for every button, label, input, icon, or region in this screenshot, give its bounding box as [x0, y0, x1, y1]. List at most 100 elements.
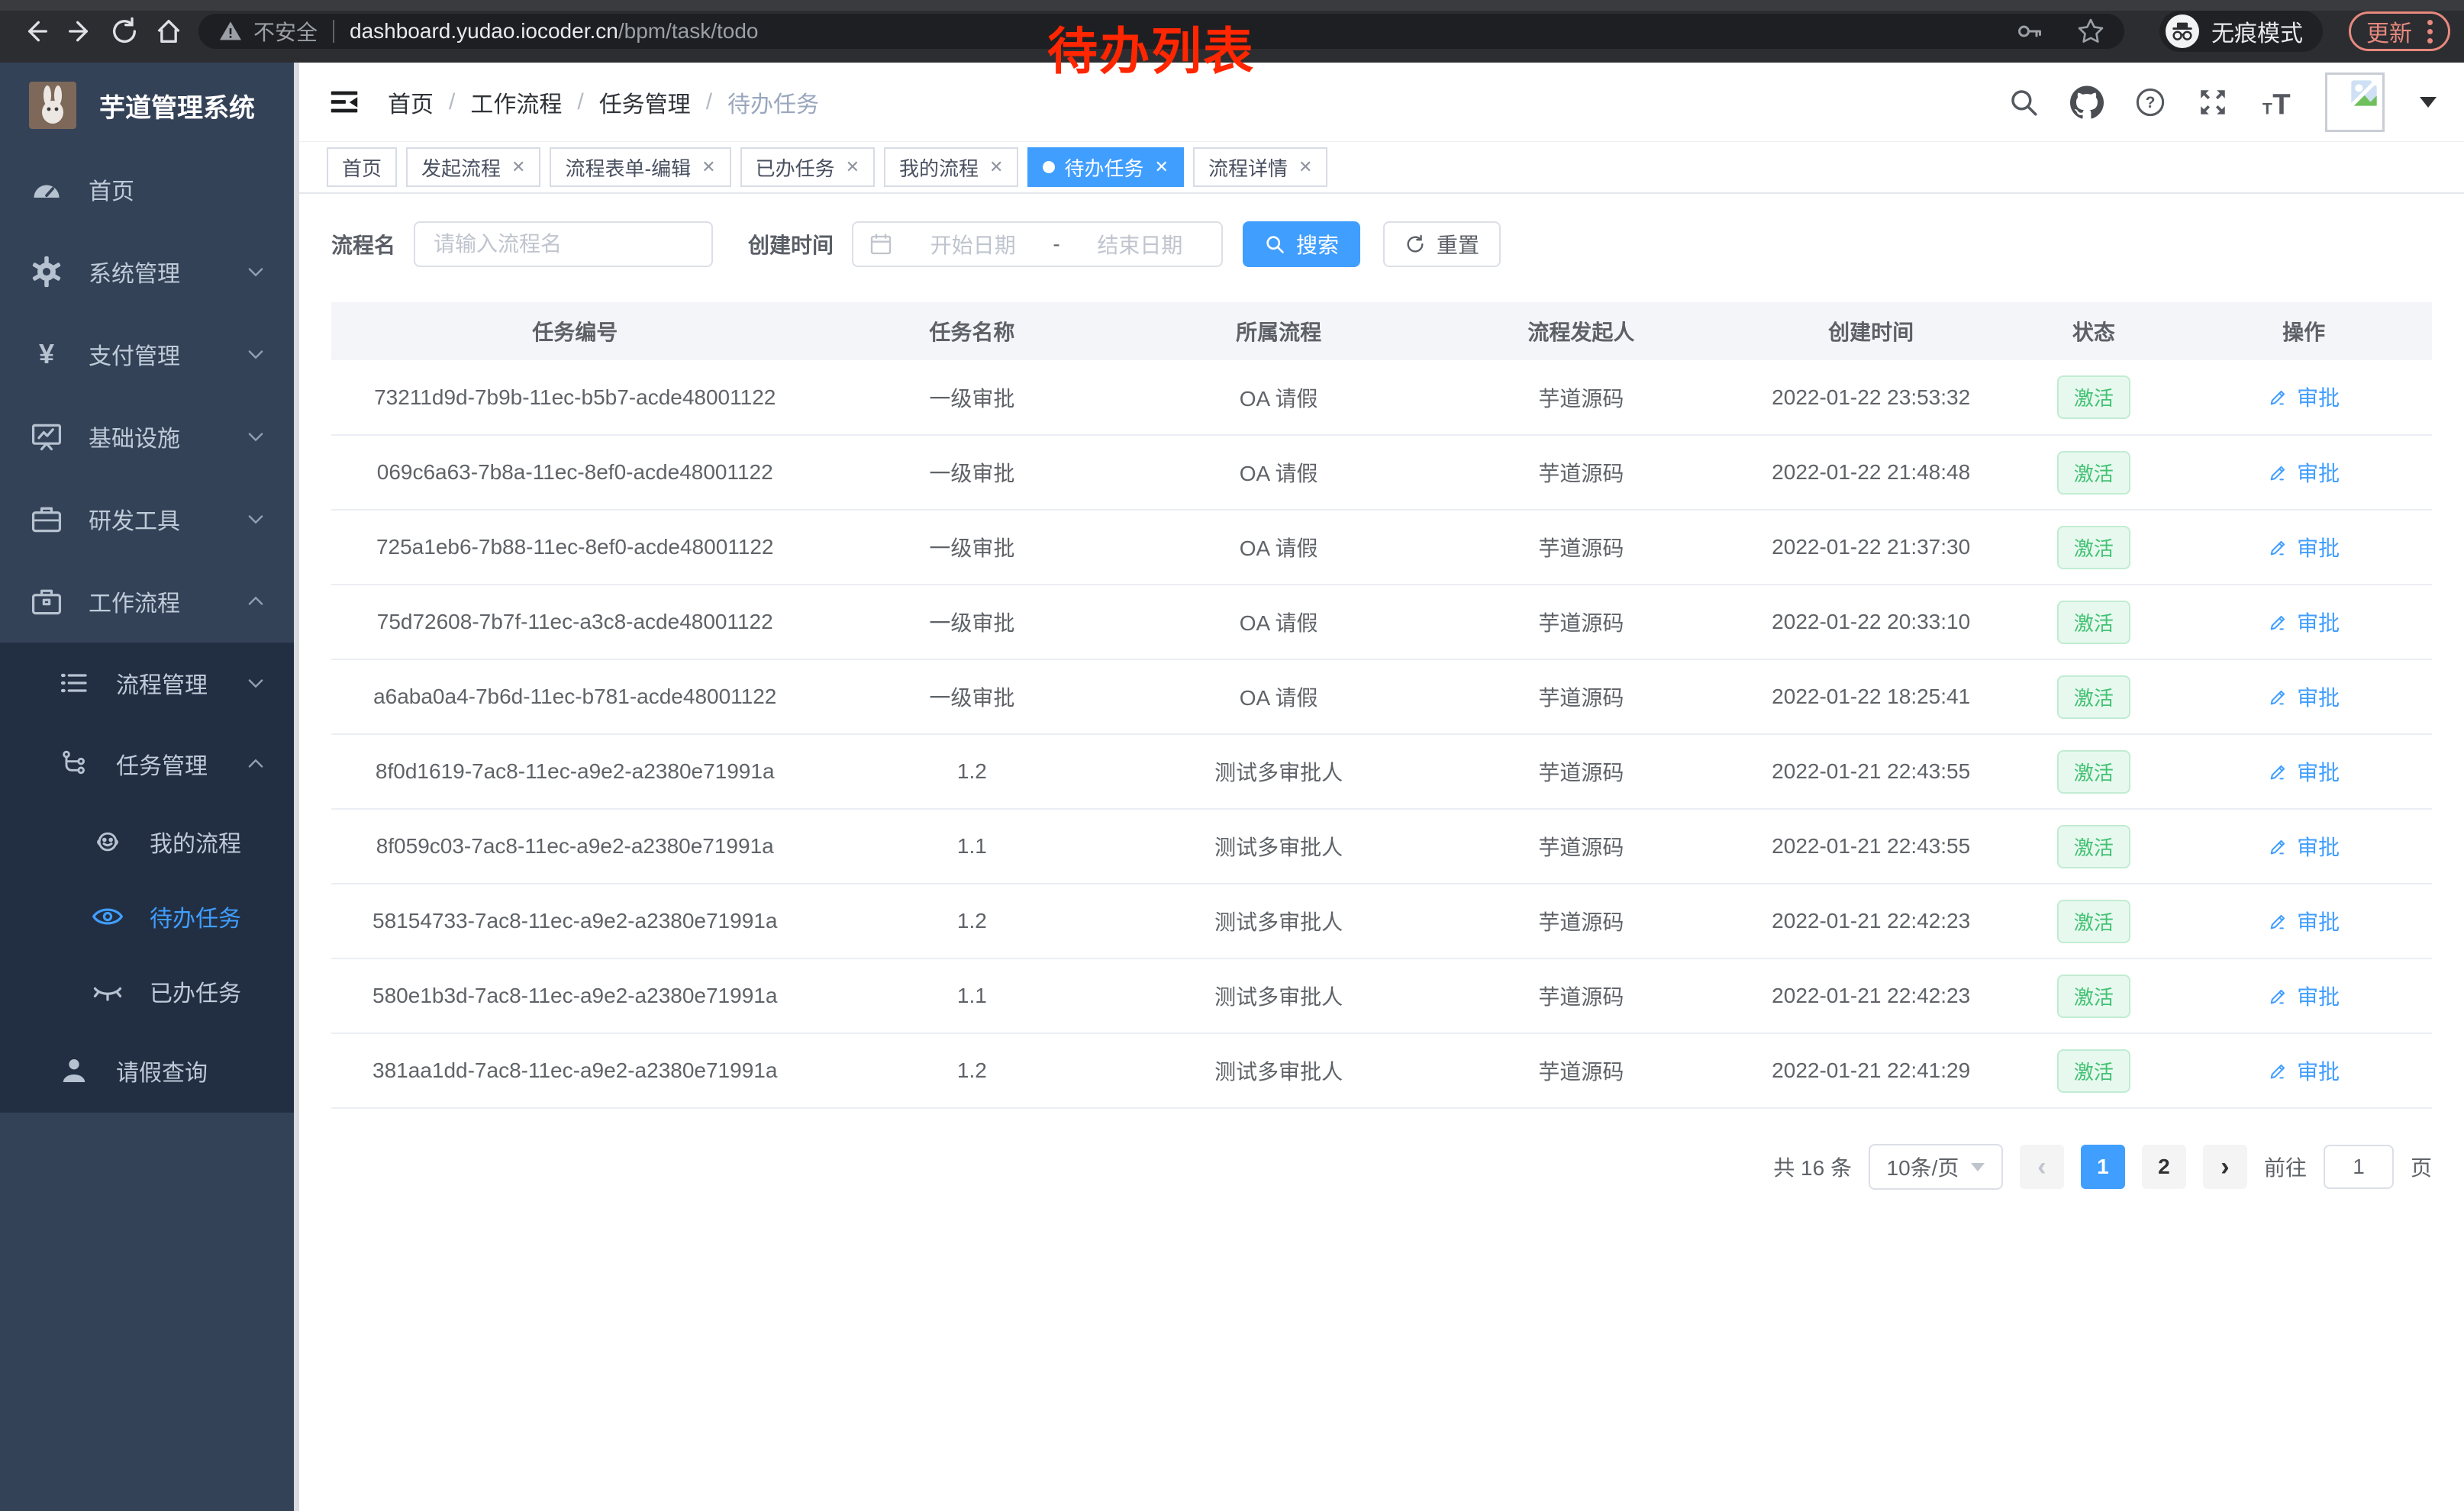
close-icon[interactable]: [1298, 157, 1312, 177]
edit-pen-icon: [2268, 761, 2289, 782]
table-row: 8f0d1619-7ac8-11ec-a9e2-a2380e71991a 1.2…: [331, 734, 2432, 809]
process-name-input[interactable]: [414, 221, 713, 267]
start-date-placeholder: 开始日期: [907, 229, 1039, 259]
reload-icon[interactable]: [102, 14, 147, 49]
tab-done-tasks[interactable]: 已办任务: [740, 147, 875, 187]
end-date-placeholder: 结束日期: [1074, 229, 1206, 259]
sidebar-item-infrastructure[interactable]: 基础设施: [0, 395, 294, 478]
close-icon[interactable]: [989, 157, 1003, 177]
eye-icon: [89, 900, 127, 933]
breadcrumb-separator: /: [577, 89, 583, 115]
table-header: 任务编号 任务名称 所属流程 流程发起人 创建时间 状态 操作: [331, 302, 2432, 360]
cell-created: 2022-01-21 22:42:23: [1730, 884, 2012, 958]
avatar[interactable]: [2325, 72, 2385, 132]
approve-link[interactable]: 审批: [2268, 756, 2340, 787]
chevron-down-icon: [245, 426, 266, 447]
approve-link[interactable]: 审批: [2268, 1055, 2340, 1086]
cell-initiator: 芋道源码: [1432, 585, 1730, 659]
page-button-2[interactable]: 2: [2142, 1145, 2186, 1189]
breadcrumb-workflow[interactable]: 工作流程: [470, 85, 562, 119]
close-icon[interactable]: [511, 157, 525, 177]
cell-actions: 审批: [2175, 958, 2432, 1033]
prev-page-button[interactable]: [2020, 1145, 2064, 1189]
goto-page-input[interactable]: [2324, 1145, 2394, 1189]
sidebar-item-process-mgmt[interactable]: 流程管理: [0, 643, 294, 723]
close-icon[interactable]: [846, 157, 859, 177]
next-page-button[interactable]: [2203, 1145, 2247, 1189]
cell-created: 2022-01-22 23:53:32: [1730, 360, 2012, 435]
address-bar[interactable]: 不安全 dashboard.yudao.iocoder.cn/bpm/task/…: [198, 14, 2124, 49]
cell-process: OA 请假: [1125, 510, 1432, 585]
home-icon[interactable]: [147, 14, 191, 49]
approve-link[interactable]: 审批: [2268, 681, 2340, 712]
cell-task-name: 1.2: [818, 734, 1125, 809]
total-count: 共 16 条: [1773, 1152, 1852, 1182]
approve-link[interactable]: 审批: [2268, 906, 2340, 936]
status-badge: 激活: [2057, 675, 2130, 719]
back-icon[interactable]: [14, 14, 58, 49]
search-icon[interactable]: [2008, 86, 2040, 118]
close-icon[interactable]: [1155, 157, 1169, 177]
close-icon[interactable]: [701, 157, 715, 177]
tree-branch-icon: [55, 749, 93, 779]
chevron-down-icon: [245, 261, 266, 282]
app-logo-row: 芋道管理系统: [0, 63, 294, 148]
date-range-picker[interactable]: 开始日期 - 结束日期: [852, 221, 1223, 267]
table-row: 069c6a63-7b8a-11ec-8ef0-acde48001122 一级审…: [331, 435, 2432, 510]
sidebar-item-home[interactable]: 首页: [0, 148, 294, 230]
reset-button[interactable]: 重置: [1383, 221, 1501, 267]
fullscreen-icon[interactable]: [2197, 86, 2229, 118]
cell-task-id: 75d72608-7b7f-11ec-a3c8-acde48001122: [331, 585, 818, 659]
tab-start-process[interactable]: 发起流程: [406, 147, 540, 187]
sidebar-item-task-mgmt[interactable]: 任务管理: [0, 723, 294, 804]
breadcrumb-task-mgmt[interactable]: 任务管理: [599, 85, 691, 119]
update-button[interactable]: 更新: [2349, 11, 2450, 51]
table-row: a6aba0a4-7b6d-11ec-b781-acde48001122 一级审…: [331, 659, 2432, 734]
tab-home[interactable]: 首页: [327, 147, 397, 187]
approve-link[interactable]: 审批: [2268, 831, 2340, 862]
browser-menu-icon[interactable]: [2427, 20, 2433, 43]
sidebar-item-devtools[interactable]: 研发工具: [0, 478, 294, 560]
status-badge: 激活: [2057, 825, 2130, 868]
breadcrumb-separator: /: [706, 89, 712, 115]
security-warning-icon[interactable]: [218, 19, 243, 43]
avatar-dropdown-icon[interactable]: [2420, 97, 2437, 108]
cell-task-id: 725a1eb6-7b88-11ec-8ef0-acde48001122: [331, 510, 818, 585]
cell-process: 测试多审批人: [1125, 958, 1432, 1033]
approve-link[interactable]: 审批: [2268, 382, 2340, 412]
monitor-icon: [27, 420, 66, 453]
approve-link[interactable]: 审批: [2268, 981, 2340, 1011]
approve-link[interactable]: 审批: [2268, 457, 2340, 488]
edit-pen-icon: [2268, 910, 2289, 932]
approve-link[interactable]: 审批: [2268, 607, 2340, 637]
sidebar-item-todo-tasks[interactable]: 待办任务: [0, 879, 294, 954]
sidebar-collapse-icon[interactable]: [327, 85, 362, 120]
sidebar-item-label: 请假查询: [116, 1054, 208, 1087]
breadcrumb-home[interactable]: 首页: [388, 85, 434, 119]
sidebar-item-workflow[interactable]: 工作流程: [0, 560, 294, 643]
security-label: 不安全: [253, 16, 318, 47]
sidebar-item-system[interactable]: 系统管理: [0, 230, 294, 313]
bookmark-star-icon[interactable]: [2077, 18, 2104, 45]
sidebar-item-done-tasks[interactable]: 已办任务: [0, 954, 294, 1029]
tab-todo-tasks[interactable]: 待办任务: [1027, 147, 1183, 187]
approve-link[interactable]: 审批: [2268, 532, 2340, 562]
svg-text:T: T: [2272, 88, 2290, 120]
page-size-select[interactable]: 10条/页: [1869, 1144, 2003, 1190]
cell-task-name: 一级审批: [818, 435, 1125, 510]
page-button-1[interactable]: 1: [2081, 1145, 2125, 1189]
sidebar-item-leave-query[interactable]: 请假查询: [0, 1029, 294, 1113]
github-icon[interactable]: [2070, 85, 2104, 119]
forward-icon[interactable]: [58, 14, 102, 49]
tab-my-process[interactable]: 我的流程: [884, 147, 1018, 187]
sidebar-item-payment[interactable]: ¥ 支付管理: [0, 313, 294, 395]
password-key-icon[interactable]: [2016, 18, 2043, 45]
help-icon[interactable]: ?: [2134, 86, 2166, 118]
tab-form-edit[interactable]: 流程表单-编辑: [550, 147, 730, 187]
sidebar-item-my-process[interactable]: 我的流程: [0, 804, 294, 879]
font-size-icon[interactable]: TT: [2259, 85, 2295, 120]
yen-icon: ¥: [27, 338, 66, 370]
tab-process-detail[interactable]: 流程详情: [1193, 147, 1327, 187]
edit-pen-icon: [2268, 686, 2289, 707]
search-button[interactable]: 搜索: [1243, 221, 1360, 267]
